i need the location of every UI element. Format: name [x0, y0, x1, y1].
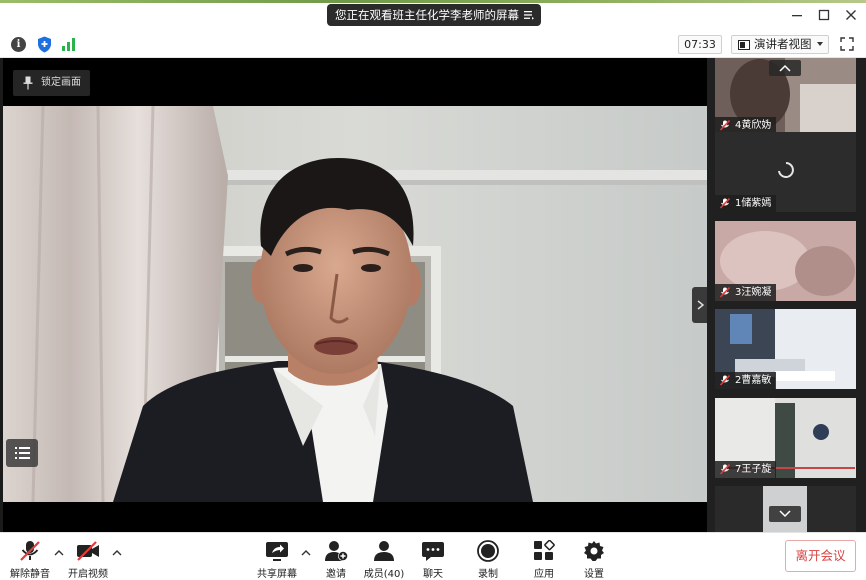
view-mode-dropdown[interactable]: 演讲者视图 — [731, 35, 829, 54]
microphone-muted-icon — [720, 464, 730, 475]
participant-name: 7王子旋 — [735, 464, 772, 475]
participant-name: 1储紫嫣 — [735, 198, 772, 209]
start-video-label: 开启视频 — [68, 569, 108, 580]
meeting-timer: 07:33 — [678, 35, 722, 54]
chat-icon — [422, 542, 444, 561]
share-banner-text: 您正在观看班主任化学李老师的屏幕 — [335, 8, 519, 22]
microphone-muted-icon — [720, 287, 730, 298]
participant-name-tag: 1储紫嫣 — [715, 195, 777, 212]
participant-name: 3汪婉凝 — [735, 287, 772, 298]
pin-icon — [23, 76, 33, 90]
main-video[interactable]: 锁定画面 — [3, 58, 707, 532]
shield-icon[interactable] — [37, 36, 52, 53]
chevron-up-icon — [779, 64, 791, 72]
microphone-muted-icon — [720, 375, 730, 386]
participant-tile[interactable]: 2曹嘉敏 — [715, 309, 856, 389]
participant-tile[interactable]: 7王子旋 — [715, 398, 856, 478]
chevron-down-icon — [817, 42, 823, 46]
list-icon — [15, 447, 30, 459]
pin-view-label: 锁定画面 — [41, 77, 81, 88]
minimize-icon[interactable] — [790, 8, 804, 22]
participant-tile[interactable]: 1储紫嫣 — [715, 132, 856, 212]
participant-sidebar: 4黄欣妫 1储紫嫣 3汪婉凝 2曹嘉敏 7王子旋 — [707, 58, 866, 532]
participant-tile[interactable]: 3汪婉凝 — [715, 221, 856, 301]
meeting-status-bar: i 07:33 演讲者视图 — [0, 32, 866, 58]
participant-name: 2曹嘉敏 — [735, 375, 772, 386]
record-icon — [477, 540, 499, 562]
apps-icon — [534, 540, 555, 560]
participant-name-tag: 3汪婉凝 — [715, 284, 777, 301]
members-icon — [374, 541, 394, 561]
pin-view-button[interactable]: 锁定画面 — [13, 70, 90, 96]
settings-icon — [584, 541, 604, 561]
start-video-button[interactable]: 开启视频 — [62, 538, 114, 580]
microphone-muted-icon — [720, 198, 730, 209]
chevron-up-icon[interactable] — [112, 549, 122, 557]
maximize-icon[interactable] — [817, 8, 831, 22]
speaker-video-frame — [3, 106, 707, 502]
scroll-up-button[interactable] — [769, 60, 801, 76]
title-bar: 您正在观看班主任化学李老师的屏幕 — [0, 0, 866, 32]
share-screen-icon — [266, 542, 288, 561]
speaker-video-image — [3, 106, 707, 502]
share-banner[interactable]: 您正在观看班主任化学李老师的屏幕 — [327, 4, 541, 26]
settings-button[interactable]: 设置 — [568, 538, 620, 580]
meeting-toolbar: 解除静音 开启视频 共享屏幕 邀请 成员(40) 聊天 录制 应用 设置 离开会… — [0, 532, 866, 580]
info-icon[interactable]: i — [11, 37, 26, 52]
banner-menu-icon[interactable] — [523, 9, 535, 21]
settings-label: 设置 — [584, 569, 604, 580]
participant-tile[interactable] — [715, 486, 856, 532]
meeting-window: 您正在观看班主任化学李老师的屏幕 i 07:33 演讲者视图 锁定画面 4黄欣妫… — [0, 0, 866, 580]
chevron-down-icon — [779, 510, 791, 518]
participant-tile[interactable]: 4黄欣妫 — [715, 58, 856, 134]
participant-name-tag: 2曹嘉敏 — [715, 372, 777, 389]
unmute-button[interactable]: 解除静音 — [4, 538, 56, 580]
list-button[interactable] — [6, 439, 38, 467]
leave-meeting-button[interactable]: 离开会议 — [785, 540, 856, 572]
participant-name: 4黄欣妫 — [735, 120, 772, 131]
layout-icon — [738, 40, 750, 50]
record-button[interactable]: 录制 — [462, 538, 514, 580]
share-screen-button[interactable]: 共享屏幕 — [251, 538, 303, 580]
microphone-muted-icon — [720, 120, 730, 131]
desktop-background-strip — [0, 0, 866, 3]
fullscreen-icon[interactable] — [840, 37, 854, 51]
close-icon[interactable] — [844, 8, 858, 22]
invite-icon — [325, 541, 348, 561]
signal-icon[interactable] — [61, 37, 77, 52]
microphone-muted-icon — [20, 541, 40, 561]
video-off-icon — [77, 541, 99, 561]
scroll-down-button[interactable] — [769, 506, 801, 522]
chevron-right-icon — [697, 300, 704, 310]
view-mode-label: 演讲者视图 — [754, 37, 812, 51]
participant-name-tag: 7王子旋 — [715, 461, 777, 478]
